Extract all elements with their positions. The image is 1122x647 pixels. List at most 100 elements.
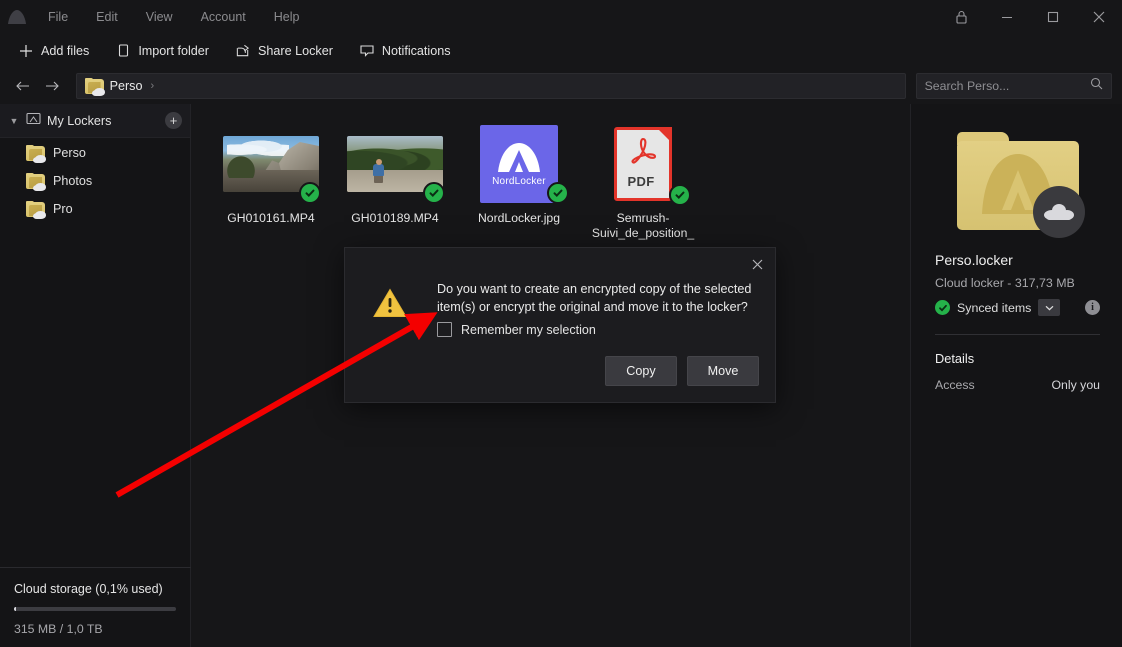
pdf-file-icon: PDF: [614, 127, 672, 201]
notification-icon: [359, 43, 375, 59]
details-row-value: Only you: [1051, 378, 1100, 392]
menu-view[interactable]: View: [132, 6, 187, 28]
cloud-folder-icon: [26, 201, 46, 219]
cloud-locker-folder-icon: [956, 132, 1085, 238]
maximize-icon[interactable]: [1030, 0, 1076, 33]
title-bar: File Edit View Account Help: [0, 0, 1122, 33]
lockers-icon: [26, 112, 41, 130]
sidebar-item-label: Pro: [53, 202, 73, 216]
search-icon[interactable]: [1090, 77, 1103, 95]
file-name-label: Semrush-Suivi_de_position_: [591, 211, 695, 240]
window-controls: [938, 0, 1122, 33]
file-tile[interactable]: GH010161.MP4: [209, 116, 333, 245]
navigation-bar: Perso ›: [0, 68, 1122, 104]
dialog-buttons: Copy Move: [605, 356, 759, 386]
main-toolbar: Add files Import folder Share Locker Not…: [0, 33, 1122, 68]
storage-progress-bar: [14, 607, 176, 611]
synced-check-icon: [935, 300, 950, 315]
search-input[interactable]: [924, 79, 1085, 93]
add-files-label: Add files: [41, 43, 90, 58]
file-grid: GH010161.MP4 GH010189.MP4 NordLocker Nor…: [209, 116, 910, 245]
share-icon: [235, 43, 251, 59]
file-name-label: NordLocker.jpg: [478, 211, 560, 225]
import-folder-label: Import folder: [138, 43, 210, 58]
copy-button[interactable]: Copy: [605, 356, 677, 386]
nordlocker-mountain-logo: [0, 0, 34, 33]
thumbnail-wrapper: PDF: [593, 120, 693, 208]
warning-triangle-icon: [373, 288, 407, 318]
share-locker-button[interactable]: Share Locker: [225, 38, 343, 64]
sidebar-item-photos[interactable]: Photos: [0, 168, 190, 194]
divider: [935, 334, 1100, 335]
dialog-message: Do you want to create an encrypted copy …: [437, 282, 752, 314]
details-row: Access Only you: [935, 378, 1100, 392]
cloud-folder-icon: [84, 78, 105, 96]
folder-import-icon: [115, 43, 131, 59]
file-tile[interactable]: GH010189.MP4: [333, 116, 457, 245]
search-box[interactable]: [915, 73, 1113, 99]
cloud-storage-title: Cloud storage (0,1% used): [14, 582, 163, 596]
menu-account[interactable]: Account: [187, 6, 260, 28]
sidebar: ▼ My Lockers + Perso Photos Pro Cloud st…: [0, 104, 191, 647]
lock-icon[interactable]: [938, 0, 984, 33]
locker-subtitle: Cloud locker - 317,73 MB: [935, 276, 1075, 290]
menu-edit[interactable]: Edit: [82, 6, 132, 28]
menu-file[interactable]: File: [34, 6, 82, 28]
breadcrumb-separator: ›: [150, 80, 155, 92]
remember-selection-checkbox[interactable]: [437, 322, 452, 337]
file-name-label: GH010189.MP4: [351, 211, 439, 225]
thumbnail-wrapper: [345, 120, 445, 208]
sync-status-row: Synced items i: [935, 299, 1100, 316]
sidebar-item-perso[interactable]: Perso: [0, 140, 190, 166]
info-icon[interactable]: i: [1085, 300, 1100, 315]
storage-usage-label: 315 MB / 1,0 TB: [14, 622, 103, 636]
synced-check-icon: [669, 184, 691, 206]
file-tile[interactable]: PDF Semrush-Suivi_de_position_: [581, 116, 705, 245]
remember-selection-label: Remember my selection: [461, 322, 596, 337]
remember-selection-row[interactable]: Remember my selection: [437, 322, 596, 337]
notifications-label: Notifications: [381, 43, 451, 58]
chevron-down-icon[interactable]: ▼: [8, 116, 20, 126]
add-files-button[interactable]: Add files: [8, 38, 99, 64]
file-tile[interactable]: NordLocker NordLocker.jpg: [457, 116, 581, 245]
menu-bar: File Edit View Account Help: [34, 6, 313, 28]
cloud-badge-icon: [1032, 186, 1085, 238]
sidebar-item-label: Photos: [53, 174, 93, 188]
chevron-down-icon[interactable]: [1038, 299, 1061, 316]
plus-icon: [18, 43, 34, 59]
nordlocker-window: File Edit View Account Help Add files Im…: [0, 0, 1122, 647]
breadcrumb[interactable]: Perso ›: [75, 73, 906, 99]
menu-help[interactable]: Help: [260, 6, 314, 28]
my-lockers-header[interactable]: ▼ My Lockers +: [0, 104, 190, 138]
back-button[interactable]: [10, 73, 36, 99]
pdf-badge-text: PDF: [627, 174, 655, 189]
synced-check-icon: [547, 182, 569, 204]
details-panel: Perso.locker Cloud locker - 317,73 MB Sy…: [910, 104, 1122, 647]
sidebar-item-pro[interactable]: Pro: [0, 196, 190, 222]
file-name-label: GH010161.MP4: [227, 211, 315, 225]
encrypt-choice-dialog: Do you want to create an encrypted copy …: [344, 247, 776, 403]
details-section-title: Details: [935, 351, 975, 366]
sync-status-label: Synced items: [957, 300, 1032, 315]
cloud-folder-icon: [26, 145, 46, 163]
thumbnail-wrapper: NordLocker: [469, 120, 569, 208]
storage-progress-fill: [14, 607, 16, 611]
details-row-key: Access: [935, 378, 975, 392]
move-button[interactable]: Move: [687, 356, 759, 386]
import-folder-button[interactable]: Import folder: [105, 38, 219, 64]
locker-title: Perso.locker: [935, 252, 1013, 268]
thumbnail-wrapper: [221, 120, 321, 208]
forward-button[interactable]: [40, 73, 66, 99]
add-locker-button[interactable]: +: [165, 112, 182, 129]
minimize-icon[interactable]: [984, 0, 1030, 33]
my-lockers-label: My Lockers: [47, 113, 112, 128]
close-icon[interactable]: [1076, 0, 1122, 33]
share-locker-label: Share Locker: [258, 43, 333, 58]
breadcrumb-label: Perso: [109, 79, 143, 93]
synced-check-icon: [423, 182, 445, 204]
sidebar-item-label: Perso: [53, 146, 86, 160]
cloud-folder-icon: [26, 173, 46, 191]
close-icon[interactable]: [745, 253, 769, 275]
synced-check-icon: [299, 182, 321, 204]
notifications-button[interactable]: Notifications: [349, 38, 461, 64]
